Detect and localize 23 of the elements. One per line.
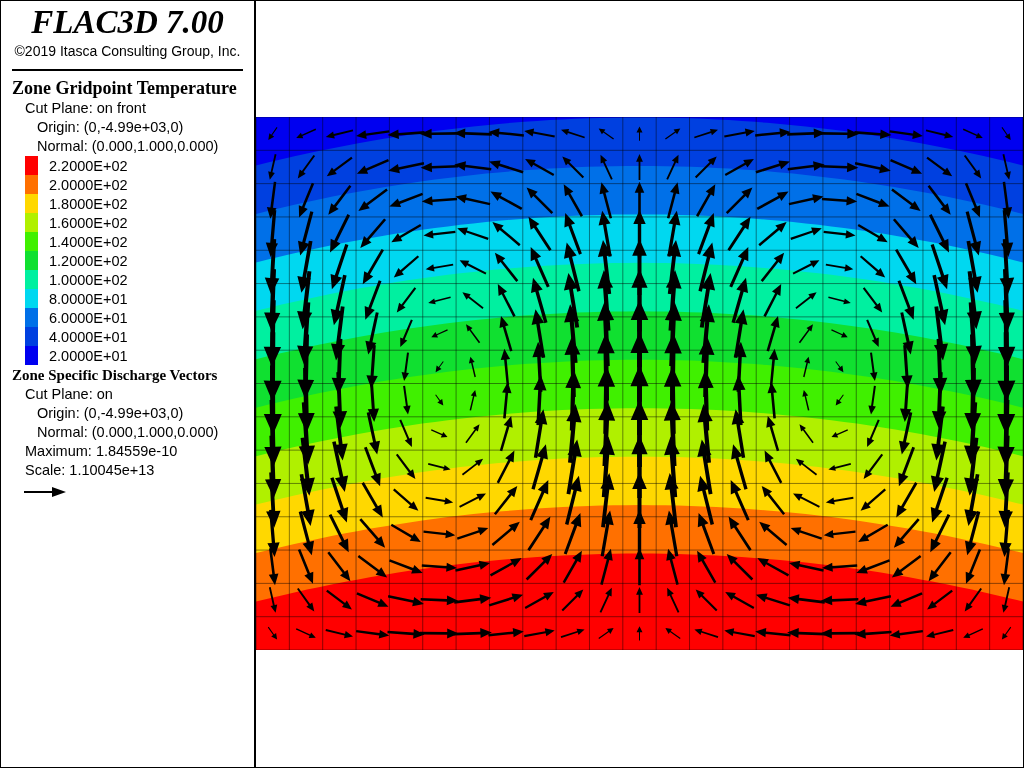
- legend-section-title: Zone Gridpoint Temperature: [11, 78, 238, 99]
- copyright-text: ©2019 Itasca Consulting Group, Inc.: [13, 42, 242, 60]
- legend-value: 1.2000E+02: [49, 252, 128, 269]
- legend-value: 2.0000E+02: [49, 176, 128, 193]
- legend-value: 2.2000E+02: [49, 157, 128, 174]
- legend-setting-text: Normal: (0.000,1.000,0.000): [36, 137, 220, 156]
- legend-setting-text: Scale: 1.10045e+13: [24, 461, 156, 480]
- legend-value: 6.0000E+01: [49, 309, 128, 326]
- legend-value: 1.4000E+02: [49, 233, 128, 250]
- legend-value: 8.0000E+01: [49, 290, 128, 307]
- legend-value: 1.0000E+02: [49, 271, 128, 288]
- legend-value: 2.0000E+01: [49, 347, 128, 364]
- legend-setting-text: Normal: (0.000,1.000,0.000): [36, 423, 220, 442]
- legend-setting-text: Origin: (0,-4.99e+03,0): [36, 404, 185, 423]
- legend-setting-text: Cut Plane: on front: [24, 99, 147, 118]
- legend-setting-text: Cut Plane: on: [24, 385, 114, 404]
- legend-setting-text: Maximum: 1.84559e-10: [24, 442, 179, 461]
- legend-value: 1.6000E+02: [49, 214, 128, 231]
- legend-setting-text: Origin: (0,-4.99e+03,0): [36, 118, 185, 137]
- legend-value: 4.0000E+01: [49, 328, 128, 345]
- legend-section-title: Zone Specific Discharge Vectors: [11, 366, 219, 385]
- legend-value: 1.8000E+02: [49, 195, 128, 212]
- app-title: FLAC3D 7.00: [30, 4, 225, 40]
